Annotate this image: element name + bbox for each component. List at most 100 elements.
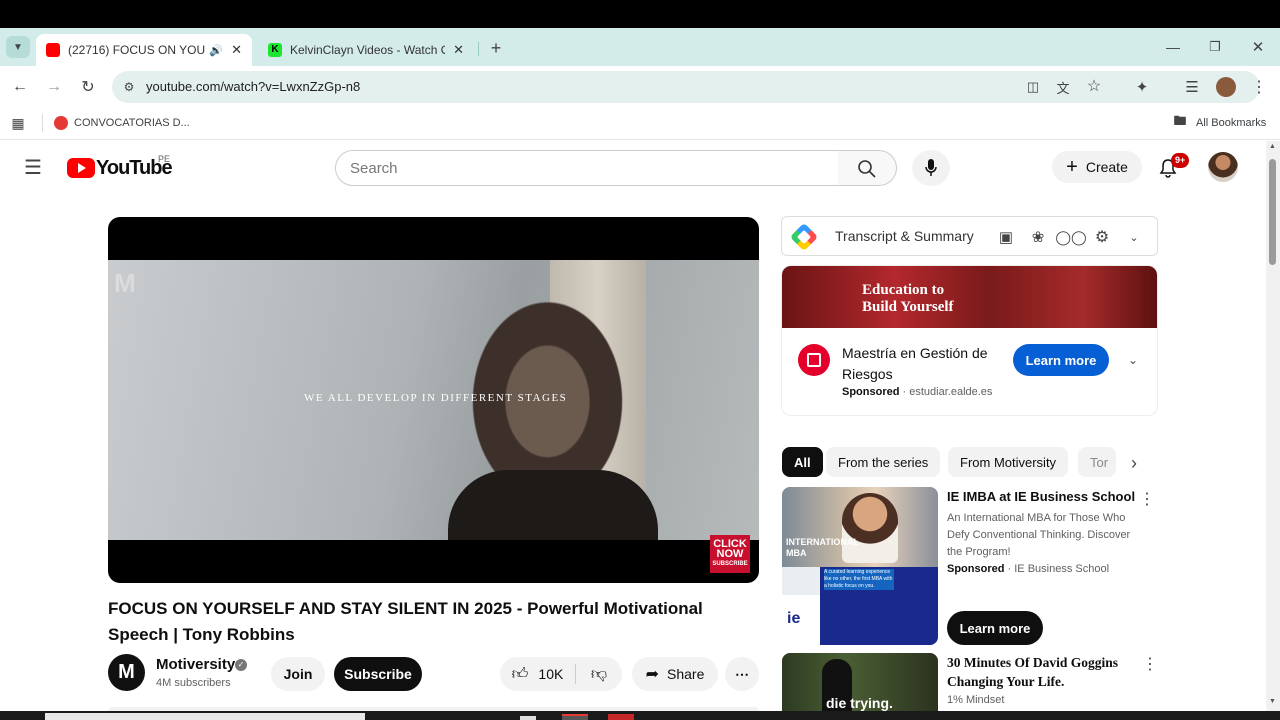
watermark-logo-icon: M <box>114 268 136 298</box>
bookmark-item[interactable]: CONVOCATORIAS D... <box>74 117 190 129</box>
search-button[interactable] <box>838 150 897 186</box>
related-video-thumbnail[interactable]: die trying. <box>782 653 938 711</box>
video-frame: M WE ALL DEVELOP IN DIFFERENT STAGES <box>108 260 759 540</box>
chip-from-motiversity[interactable]: From Motiversity <box>948 447 1069 477</box>
notifications-button[interactable]: 9+ <box>1158 153 1190 180</box>
profile-avatar[interactable] <box>1216 77 1236 97</box>
more-icon: ⋯ <box>735 665 749 682</box>
media-control-icon[interactable]: ☰ <box>1182 77 1202 97</box>
subscriber-count: 4M subscribers <box>156 677 231 689</box>
related-learn-more-button[interactable]: Learn more <box>947 611 1043 645</box>
scroll-up-icon[interactable]: ▲ <box>1269 143 1276 150</box>
voice-search-button[interactable] <box>912 150 950 186</box>
ad-card[interactable]: Education to Build Yourself Maestría en … <box>781 265 1158 416</box>
related-title-line: Changing Your Life. <box>947 674 1065 689</box>
notification-badge: 9+ <box>1171 153 1190 168</box>
banner-line: Education to <box>862 282 945 298</box>
bookmark-star-icon[interactable]: ☆ <box>1085 77 1103 95</box>
tab-title: (22716) FOCUS ON YOURSE <box>68 43 206 57</box>
video-player[interactable]: M WE ALL DEVELOP IN DIFFERENT STAGES CLI… <box>108 217 759 583</box>
settings-gear-icon[interactable]: ⚙ <box>1092 227 1112 247</box>
related-channel: 1% Mindset <box>947 694 1005 706</box>
chip-from-series[interactable]: From the series <box>826 447 941 477</box>
ad-title[interactable]: Maestría en Gestión de Riesgos <box>842 343 988 385</box>
youtube-favicon-icon <box>46 43 60 57</box>
chatgpt-icon[interactable]: ❀ <box>1028 227 1048 247</box>
thumb-text: INTERNATIONAL MBA <box>786 537 859 558</box>
channel-name[interactable]: Motiversity <box>156 656 235 673</box>
chips-next-chevron-icon[interactable]: › <box>1124 453 1144 473</box>
related-ad-thumbnail[interactable]: INTERNATIONAL MBA A curated learning exp… <box>782 487 938 645</box>
taskbar-search[interactable] <box>45 713 365 720</box>
region-code: PE <box>158 154 171 164</box>
more-actions-button[interactable]: ⋯ <box>725 657 759 691</box>
sponsored-label: Sponsored <box>842 386 900 398</box>
related-more-icon[interactable]: ⋮ <box>1141 654 1159 674</box>
url-text[interactable]: youtube.com/watch?v=LwxnZzGp-n8 <box>146 79 360 94</box>
share-button[interactable]: ➦ Share <box>632 657 718 691</box>
scrollbar-thumb[interactable] <box>1269 159 1276 265</box>
tab-kelvinclayn[interactable]: K KelvinClayn Videos - Watch On ✕ <box>258 34 474 66</box>
taskbar-app-icon[interactable] <box>562 714 588 720</box>
browser-menu-icon[interactable]: ⋮ <box>1250 77 1268 97</box>
youtube-logo-icon[interactable] <box>67 158 95 178</box>
taskbar-app-icon[interactable] <box>608 714 634 720</box>
related-video-info[interactable]: 30 Minutes Of David Goggins Changing You… <box>947 653 1137 709</box>
ad-learn-more-button[interactable]: Learn more <box>1013 344 1109 376</box>
tab-strip: ▼ (22716) FOCUS ON YOURSE 🔊 ✕ K KelvinCl… <box>0 28 1280 66</box>
back-icon[interactable]: ← <box>10 77 30 97</box>
bookmark-divider <box>42 114 43 132</box>
subscribe-label: Subscribe <box>344 666 412 682</box>
apps-grid-icon[interactable]: ▦ <box>10 115 26 131</box>
plus-icon: + <box>1066 155 1078 178</box>
video-title: FOCUS ON YOURSELF AND STAY SILENT IN 202… <box>108 599 703 644</box>
dislike-button[interactable]: 👎︎ <box>576 657 622 691</box>
close-tab-icon[interactable]: ✕ <box>231 42 242 58</box>
close-tab-icon[interactable]: ✕ <box>453 42 464 58</box>
join-button[interactable]: Join <box>271 657 325 691</box>
screen-top-bar <box>0 0 1280 28</box>
forward-icon[interactable]: → <box>44 77 64 97</box>
search-input[interactable]: Search <box>335 150 839 186</box>
glasses-icon[interactable]: ◯◯ <box>1055 227 1086 247</box>
minimize-icon[interactable]: — <box>1164 38 1182 56</box>
all-bookmarks-link[interactable]: All Bookmarks <box>1196 117 1266 129</box>
scroll-down-icon[interactable]: ▼ <box>1269 698 1276 705</box>
restore-icon[interactable]: ❐ <box>1206 38 1224 56</box>
hamburger-menu-icon[interactable]: ☰ <box>22 157 44 179</box>
ad-title-line: Maestría en Gestión de <box>842 345 988 361</box>
transcript-extension-bar[interactable]: Transcript & Summary ▣ ❀ ◯◯ ⚙ ⌄ <box>781 216 1158 256</box>
subscribe-button[interactable]: Subscribe <box>334 657 422 691</box>
related-more-icon[interactable]: ⋮ <box>1138 489 1156 509</box>
transcript-label: Transcript & Summary <box>835 228 974 244</box>
extensions-icon[interactable]: ✦ <box>1132 77 1152 97</box>
create-label: Create <box>1085 159 1128 175</box>
related-title-line: 30 Minutes Of David Goggins <box>947 655 1119 670</box>
account-avatar[interactable] <box>1208 152 1238 182</box>
reload-icon[interactable]: ↻ <box>78 77 98 97</box>
channel-avatar[interactable]: M <box>108 654 145 691</box>
expand-chevron-icon[interactable]: ⌄ <box>1123 350 1143 370</box>
close-window-icon[interactable]: ✕ <box>1249 38 1267 56</box>
install-app-icon[interactable]: ◫ <box>1024 78 1042 96</box>
site-info-icon[interactable]: ⚙ <box>120 78 138 96</box>
related-desc-line: An International MBA for Those Who <box>947 512 1126 524</box>
share-label: Share <box>667 666 705 682</box>
like-count: 10K <box>538 666 564 682</box>
create-button[interactable]: + Create <box>1052 151 1142 183</box>
translate-icon[interactable]: 文 <box>1054 78 1072 96</box>
tab-search-button[interactable]: ▼ <box>6 36 30 58</box>
page-scrollbar[interactable]: ▲ ▼ <box>1266 141 1280 711</box>
taskbar-app-icon[interactable] <box>520 716 536 720</box>
tab-youtube[interactable]: (22716) FOCUS ON YOURSE 🔊 ✕ <box>36 34 252 66</box>
like-button[interactable]: 👍︎ 10K <box>500 657 575 691</box>
chevron-down-icon[interactable]: ⌄ <box>1124 227 1144 247</box>
thumb-box-text: A curated learning experience like no ot… <box>824 569 894 590</box>
related-ad-info[interactable]: IE IMBA at IE Business School An Interna… <box>947 488 1137 578</box>
new-tab-button[interactable]: + <box>486 38 506 58</box>
robot-icon[interactable]: ▣ <box>996 227 1016 247</box>
chip-partial[interactable]: Tor <box>1078 447 1116 477</box>
chip-all[interactable]: All <box>782 447 823 477</box>
address-bar[interactable]: ⚙ youtube.com/watch?v=LwxnZzGp-n8 ◫ 文 ☆ <box>112 71 1260 103</box>
speaker-icon[interactable]: 🔊 <box>209 44 223 57</box>
